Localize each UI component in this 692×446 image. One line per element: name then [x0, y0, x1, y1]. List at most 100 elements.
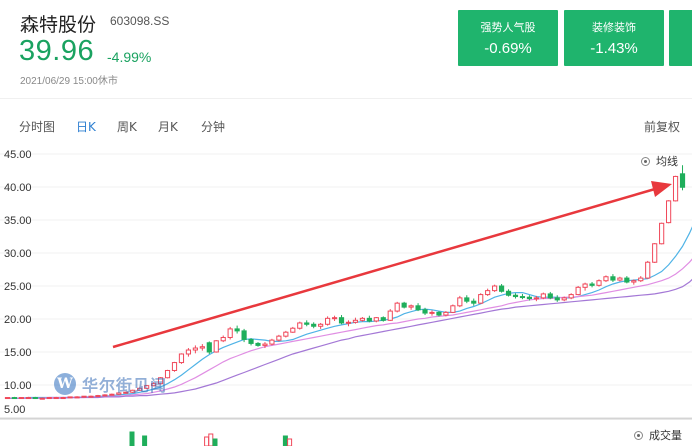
candle-body — [450, 305, 456, 313]
y-tick-label: 30.00 — [4, 248, 32, 260]
candle-up — [666, 200, 672, 224]
candle-down — [498, 284, 505, 293]
watermark-logo-icon: W — [54, 373, 76, 395]
candle-body — [380, 317, 386, 321]
candle-body — [178, 353, 185, 364]
candle-body — [603, 276, 609, 282]
sector-card-hot-stocks[interactable]: 强势人气股 -0.69% — [458, 10, 558, 66]
candle-body — [498, 285, 505, 292]
ma-legend-label: 均线 — [656, 155, 678, 168]
candle-up — [582, 282, 588, 291]
candle-up — [178, 353, 185, 364]
candle-body — [213, 340, 219, 353]
sector-change: -0.69% — [484, 40, 532, 57]
tab-daily-k[interactable]: 日K — [76, 118, 96, 135]
volume-bar — [212, 438, 218, 446]
candle-body — [4, 397, 11, 400]
candle-body — [366, 317, 372, 322]
candle-down — [206, 341, 212, 354]
candle-body — [589, 283, 595, 286]
candle-body — [67, 396, 73, 399]
candle-up — [575, 286, 581, 296]
candle-body — [526, 296, 533, 300]
sector-change: -1.43% — [590, 40, 638, 57]
radio-icon — [641, 156, 650, 166]
candle-up — [74, 396, 80, 399]
candle-up — [297, 321, 303, 330]
sector-card-partial[interactable] — [669, 10, 692, 66]
candle-up — [269, 338, 275, 346]
candle-up — [171, 361, 178, 372]
tab-intraday[interactable]: 分时图 — [19, 118, 55, 135]
candle-body — [338, 317, 345, 324]
volume-bar — [208, 433, 214, 446]
sector-name: 装修装饰 — [592, 21, 636, 34]
sector-name: 强势人气股 — [480, 21, 536, 34]
candle-body — [32, 397, 38, 400]
sector-card-decoration[interactable]: 装修装饰 -1.43% — [564, 10, 664, 66]
candle-up — [617, 276, 623, 282]
candle-down — [366, 315, 372, 323]
candle-up — [318, 322, 324, 329]
chart-period-tabs: 分时图 日K 周K 月K 分钟 前复权 — [0, 118, 692, 138]
candle-body — [512, 294, 519, 298]
candle-up — [283, 330, 289, 338]
candle-body — [672, 175, 679, 202]
adjust-forward-button[interactable]: 前复权 — [644, 118, 680, 135]
candle-body — [199, 346, 205, 349]
candle-down — [255, 342, 261, 347]
candle-up — [213, 340, 219, 353]
current-price: 39.96 — [19, 35, 95, 67]
candle-up — [220, 335, 226, 343]
candle-body — [81, 395, 87, 398]
y-axis-labels: 45.00 40.00 35.00 30.00 25.00 20.00 15.0… — [4, 149, 32, 416]
candle-down — [512, 293, 519, 299]
kline-chart-area[interactable]: 45.00 40.00 35.00 30.00 25.00 20.00 15.0… — [0, 140, 692, 446]
kline-chart[interactable]: 45.00 40.00 35.00 30.00 25.00 20.00 15.0… — [0, 140, 692, 446]
candle-down — [32, 396, 38, 400]
volume-legend-toggle[interactable]: 成交量 — [634, 427, 682, 443]
ma-legend-toggle[interactable]: 均线 — [641, 153, 678, 169]
candle-body — [519, 296, 526, 299]
candle-body — [234, 328, 240, 332]
candle-body — [11, 397, 18, 400]
candle-body — [422, 309, 428, 314]
candle-body — [533, 297, 539, 300]
candle-body — [269, 339, 275, 345]
candle-down — [471, 298, 477, 306]
candle-down — [679, 165, 686, 191]
candle-up — [387, 309, 393, 321]
candle-up — [478, 293, 484, 304]
candle-body — [617, 277, 623, 281]
candle-body — [415, 305, 421, 311]
volume-bar — [287, 438, 293, 446]
tab-monthly-k[interactable]: 月K — [158, 118, 178, 135]
candle-up — [325, 316, 331, 326]
candle-up — [331, 315, 338, 321]
candle-down — [519, 293, 526, 300]
market-timestamp: 2021/06/29 15:00休市 — [20, 76, 118, 87]
candle-up — [672, 175, 679, 202]
candle-up — [394, 301, 400, 313]
candle-up — [25, 396, 31, 400]
price-change: -4.99% — [107, 49, 152, 65]
candle-body — [561, 297, 567, 301]
candle-up — [540, 292, 546, 300]
candle-body — [373, 317, 379, 322]
y-tick-label: 35.00 — [4, 215, 32, 227]
candle-body — [331, 317, 338, 320]
candle-body — [394, 302, 400, 312]
candle-up — [199, 344, 205, 351]
candle-down — [547, 291, 553, 300]
candle-up — [345, 320, 352, 327]
candle-body — [464, 297, 470, 302]
candle-up — [603, 275, 609, 283]
trend-arrow-head — [651, 181, 672, 197]
candle-body — [624, 277, 630, 283]
candle-body — [74, 396, 80, 399]
candle-body — [255, 342, 261, 346]
volume-bar — [142, 435, 148, 446]
candle-body — [387, 310, 393, 321]
tab-weekly-k[interactable]: 周K — [117, 118, 137, 135]
tab-minute[interactable]: 分钟 — [201, 118, 225, 135]
